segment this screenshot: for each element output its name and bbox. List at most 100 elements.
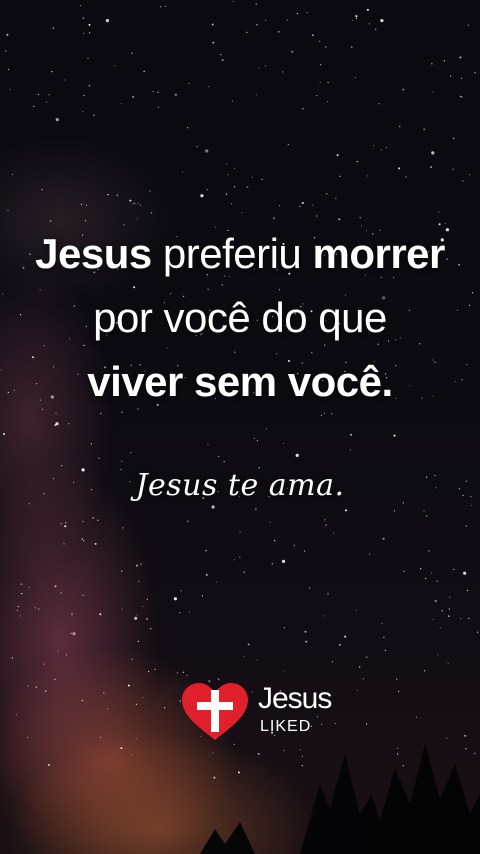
- star: [383, 636, 385, 639]
- star: [239, 556, 241, 558]
- star: [187, 520, 189, 522]
- star: [196, 146, 198, 148]
- star: [447, 662, 449, 665]
- star: [131, 658, 133, 660]
- star: [373, 145, 375, 147]
- star: [88, 23, 91, 26]
- star: [398, 690, 400, 693]
- star: [160, 6, 162, 8]
- logo-word: Jesus: [258, 682, 332, 715]
- star: [142, 697, 144, 699]
- star: [150, 628, 152, 630]
- star: [221, 59, 224, 62]
- star: [173, 597, 177, 601]
- star: [99, 613, 102, 616]
- star: [232, 100, 234, 102]
- star: [452, 168, 454, 170]
- star: [205, 550, 207, 552]
- star: [180, 590, 182, 592]
- star: [182, 671, 184, 673]
- logo-wordmark: Jesus LIKED: [252, 684, 332, 744]
- star: [253, 437, 255, 439]
- star: [121, 570, 123, 572]
- star: [41, 189, 43, 191]
- star: [441, 610, 443, 612]
- star: [157, 106, 159, 108]
- star: [146, 598, 148, 600]
- star: [131, 52, 133, 54]
- star: [137, 203, 139, 205]
- star: [420, 568, 422, 570]
- star: [271, 563, 273, 565]
- star: [243, 655, 245, 657]
- star: [34, 607, 37, 609]
- star: [281, 559, 286, 564]
- star: [16, 609, 18, 611]
- star: [81, 699, 83, 702]
- star: [149, 190, 151, 192]
- star: [82, 111, 84, 113]
- star: [130, 452, 132, 454]
- star: [449, 596, 451, 598]
- star: [432, 91, 434, 93]
- star: [405, 176, 407, 178]
- star: [181, 171, 183, 173]
- star: [251, 176, 253, 178]
- star: [291, 50, 294, 53]
- star: [94, 542, 97, 545]
- star: [351, 19, 354, 22]
- star: [339, 643, 341, 646]
- star: [326, 101, 329, 103]
- star: [132, 95, 135, 98]
- star: [282, 442, 285, 444]
- star: [380, 19, 384, 23]
- star: [436, 580, 438, 582]
- star: [426, 515, 428, 517]
- star: [212, 41, 215, 44]
- star: [246, 31, 248, 33]
- quote-line-1: Jesus preferiu morrer: [0, 222, 480, 286]
- star: [296, 12, 298, 15]
- star: [71, 613, 73, 616]
- star: [121, 460, 123, 462]
- star: [215, 581, 217, 583]
- star: [432, 618, 434, 620]
- star: [233, 167, 236, 170]
- star: [20, 583, 23, 586]
- star: [350, 46, 353, 49]
- star: [316, 95, 318, 97]
- star: [403, 570, 405, 573]
- background-image: Jesus preferiu morrer por você do que vi…: [0, 0, 480, 854]
- star: [366, 175, 368, 177]
- star: [121, 608, 123, 610]
- star: [21, 593, 23, 595]
- star: [338, 218, 341, 221]
- star: [247, 643, 250, 646]
- star: [255, 508, 257, 510]
- star: [136, 564, 138, 567]
- star: [200, 194, 204, 198]
- star: [65, 522, 67, 524]
- subtitle: Jesus te ama.: [135, 468, 345, 503]
- star: [188, 82, 190, 84]
- star: [320, 414, 323, 416]
- star: [453, 137, 455, 139]
- star: [208, 86, 210, 88]
- star: [327, 592, 329, 595]
- star: [359, 666, 361, 668]
- star: [272, 217, 275, 220]
- star: [339, 175, 341, 177]
- star: [448, 608, 450, 610]
- star: [466, 589, 469, 592]
- star: [134, 616, 138, 620]
- star: [283, 627, 285, 629]
- star: [299, 205, 301, 207]
- star: [368, 23, 370, 25]
- star: [211, 505, 215, 509]
- star: [286, 19, 288, 21]
- star: [460, 77, 463, 79]
- star: [233, 559, 235, 561]
- star: [311, 34, 314, 37]
- star: [349, 449, 351, 451]
- star: [68, 423, 70, 425]
